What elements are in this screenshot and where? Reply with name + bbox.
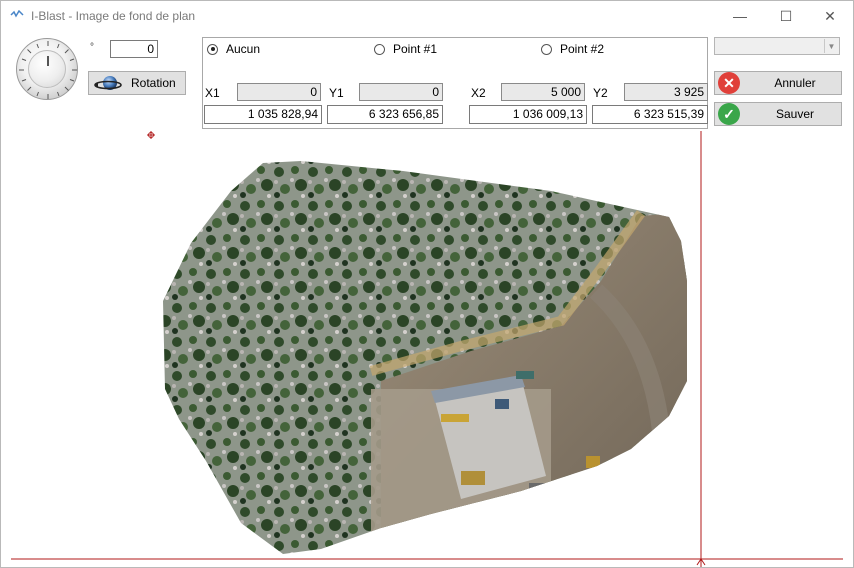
maximize-icon: ☐: [779, 7, 793, 24]
app-icon: [10, 10, 24, 18]
y2-world-input[interactable]: 6 323 515,39: [592, 105, 708, 124]
x1-image-field: 0: [237, 83, 321, 101]
radio-none[interactable]: Aucun: [207, 42, 260, 56]
y2-image-field: 3 925: [624, 83, 708, 101]
angle-input[interactable]: 0: [110, 40, 158, 58]
radio-point-2-indicator: [541, 43, 552, 55]
layer-select[interactable]: ▼: [714, 37, 840, 55]
close-icon: ✕: [824, 7, 836, 24]
cancel-button-label: Annuler: [774, 76, 816, 90]
radio-point-1-indicator: [374, 43, 385, 55]
window-title: I-Blast - Image de fond de plan: [31, 9, 196, 23]
knob-cap: [28, 50, 66, 88]
x1-world-input[interactable]: 1 035 828,94: [204, 105, 322, 124]
y1-world-input[interactable]: 6 323 656,85: [327, 105, 443, 124]
rotation-knob[interactable]: [16, 38, 78, 100]
x2-world-input[interactable]: 1 036 009,13: [469, 105, 587, 124]
rotation-icon: [94, 76, 122, 90]
x2-label: X2: [471, 86, 486, 100]
knob-pointer: [47, 56, 49, 66]
y1-image-field: 0: [359, 83, 443, 101]
cancel-icon: ✕: [718, 72, 740, 94]
save-button[interactable]: ✓ Sauver: [714, 102, 842, 126]
radio-none-label: Aucun: [226, 42, 261, 56]
crosshair-marker: [147, 131, 155, 139]
background-aerial-image: [11, 131, 843, 567]
calibration-points-panel: Aucun Point #1 Point #2 X1 0 Y1 0 X2 5 0…: [202, 37, 708, 129]
radio-point-1-label: Point #1: [393, 42, 438, 56]
maximize-button[interactable]: ☐: [763, 1, 809, 31]
y2-label: Y2: [593, 86, 608, 100]
cancel-button[interactable]: ✕ Annuler: [714, 71, 842, 95]
radio-point-2[interactable]: Point #2: [541, 42, 604, 56]
title-bar: I-Blast - Image de fond de plan — ☐ ✕: [1, 1, 853, 31]
radio-point-1[interactable]: Point #1: [374, 42, 437, 56]
close-button[interactable]: ✕: [807, 1, 853, 31]
x2-image-field: 5 000: [501, 83, 585, 101]
degree-label: °: [90, 42, 94, 53]
x1-label: X1: [205, 86, 220, 100]
image-canvas[interactable]: [1, 131, 853, 567]
radio-none-indicator: [207, 43, 218, 55]
save-icon: ✓: [718, 103, 740, 125]
y1-label: Y1: [329, 86, 344, 100]
rotation-button-label: Rotation: [131, 76, 176, 90]
minimize-button[interactable]: —: [717, 1, 763, 31]
dropdown-arrow-icon[interactable]: ▼: [824, 39, 838, 53]
radio-point-2-label: Point #2: [560, 42, 605, 56]
dialog-window: I-Blast - Image de fond de plan — ☐ ✕ ° …: [0, 0, 854, 568]
save-button-label: Sauver: [775, 107, 815, 121]
minimize-icon: —: [733, 8, 747, 24]
rotation-button[interactable]: Rotation: [88, 71, 186, 95]
